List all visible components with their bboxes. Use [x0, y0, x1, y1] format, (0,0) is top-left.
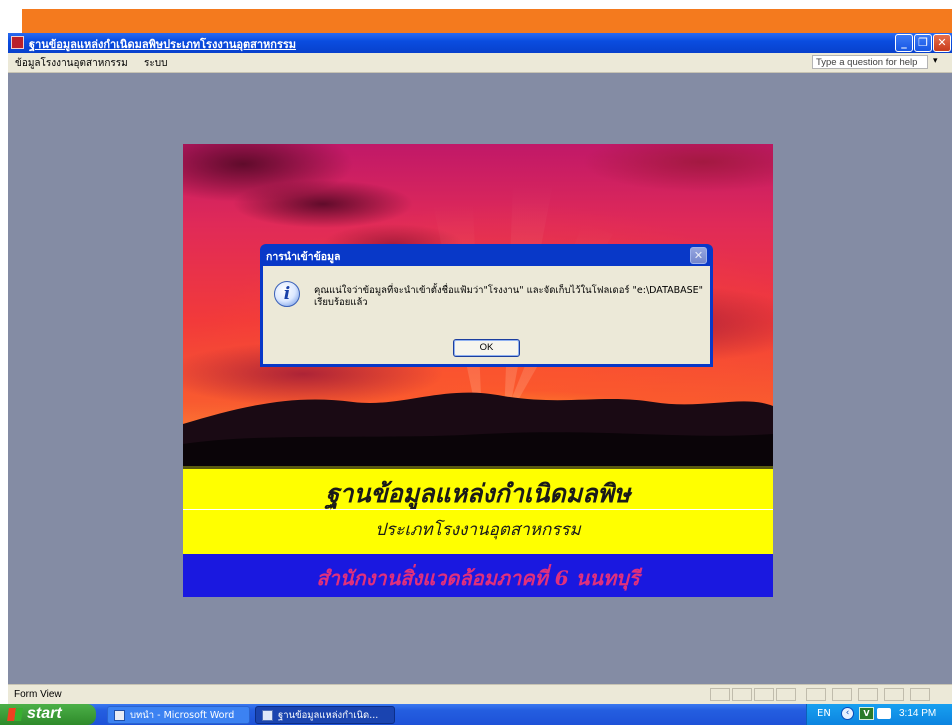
splash-title: ฐานข้อมูลแหล่งกำเนิดมลพิษ	[325, 479, 631, 508]
status-pane	[754, 688, 774, 701]
status-pane	[858, 688, 878, 701]
clock: 3:14 PM	[899, 708, 937, 719]
office-name: สำนักงานสิ่งแวดล้อมภาคที่ 6 นนทบุรี	[316, 566, 640, 590]
status-pane	[776, 688, 796, 701]
restore-button[interactable]: ❐	[914, 34, 932, 52]
volume-app-icon[interactable]: V	[859, 707, 874, 720]
system-tray: EN ‹ V 3:14 PM	[806, 704, 952, 725]
splash-form: ฐานข้อมูลแหล่งกำเนิดมลพิษ ประเภทโรงงานอุ…	[183, 144, 773, 597]
back-arrow-icon[interactable]: ‹	[841, 707, 854, 720]
access-window: ฐานข้อมูลแหล่งกำเนิดมลพิษประเภทโรงงานอุต…	[8, 33, 952, 704]
info-icon: i	[274, 281, 300, 307]
access-app-icon[interactable]	[11, 36, 24, 49]
window-title: ฐานข้อมูลแหล่งกำเนิดมลพิษประเภทโรงงานอุต…	[29, 39, 297, 51]
taskbar-button-label: บทนำ - Microsoft Word	[130, 710, 235, 721]
taskbar-button-access[interactable]: ฐานข้อมูลแหล่งกำเนิด...	[255, 706, 395, 724]
taskbar-button-word[interactable]: บทนำ - Microsoft Word	[107, 706, 250, 724]
dialog-message-line1: คุณแน่ใจว่าข้อมูลที่จะนำเข้าตั้งชื่อแฟ้ม…	[314, 285, 704, 296]
document-orange-bar	[22, 9, 952, 33]
access-icon	[262, 710, 273, 721]
ok-button[interactable]: OK	[453, 339, 520, 357]
status-pane	[710, 688, 730, 701]
menu-factory-data[interactable]: ข้อมูลโรงงานอุตสาหกรรม	[15, 56, 128, 71]
import-data-dialog: การนำเข้าข้อมูล ✕ i คุณแน่ใจว่าข้อมูลที่…	[260, 244, 713, 367]
title-bar[interactable]: ฐานข้อมูลแหล่งกำเนิดมลพิษประเภทโรงงานอุต…	[8, 33, 952, 53]
dialog-body: i คุณแน่ใจว่าข้อมูลที่จะนำเข้าตั้งชื่อแฟ…	[263, 266, 710, 364]
dialog-close-button[interactable]: ✕	[690, 247, 707, 264]
status-pane	[832, 688, 852, 701]
help-dropdown-icon[interactable]: ▾	[933, 56, 938, 66]
splash-subtitle: ประเภทโรงงานอุตสาหกรรม	[375, 520, 581, 540]
start-button[interactable]: start	[0, 704, 96, 725]
windows-logo-icon	[7, 708, 23, 721]
help-question-input[interactable]: Type a question for help	[812, 55, 928, 69]
menu-system[interactable]: ระบบ	[144, 56, 167, 71]
status-bar: Form View	[8, 684, 952, 704]
minimize-button[interactable]: _	[895, 34, 913, 52]
status-pane	[806, 688, 826, 701]
dialog-message-line2: เรียบร้อยแล้ว	[314, 297, 368, 308]
word-icon	[114, 710, 125, 721]
status-pane	[884, 688, 904, 701]
menu-bar: ข้อมูลโรงงานอุตสาหกรรม ระบบ Type a quest…	[8, 53, 952, 73]
taskbar: start บทนำ - Microsoft Word ฐานข้อมูลแหล…	[0, 704, 952, 725]
status-pane	[910, 688, 930, 701]
start-label: start	[27, 705, 62, 722]
dialog-title: การนำเข้าข้อมูล	[266, 251, 341, 263]
network-icon[interactable]	[877, 708, 891, 719]
language-indicator[interactable]: EN	[817, 708, 831, 719]
status-text: Form View	[14, 689, 62, 700]
close-button[interactable]: ✕	[933, 34, 951, 52]
taskbar-button-label: ฐานข้อมูลแหล่งกำเนิด...	[278, 710, 379, 721]
status-pane	[732, 688, 752, 701]
